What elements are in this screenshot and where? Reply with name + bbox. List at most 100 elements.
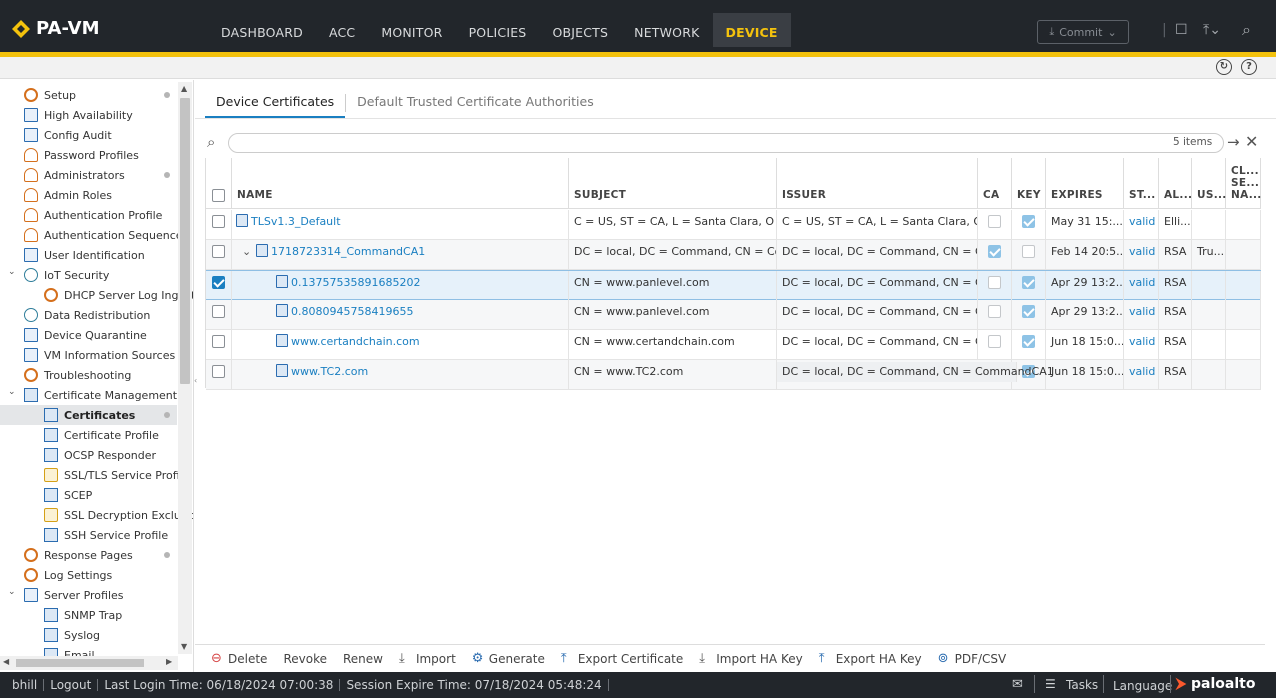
chevron-down-icon[interactable]: ⌄ — [8, 387, 16, 397]
sidebar-item-high-availability[interactable]: High Availability — [0, 105, 177, 125]
cell-name[interactable]: www.TC2.com — [232, 360, 569, 389]
sidebar-item-ssl-tls-service-profile[interactable]: SSL/TLS Service Profile — [0, 465, 189, 485]
scroll-up-icon[interactable]: ▲ — [181, 84, 187, 93]
config-lock-icon[interactable]: ☐ — [1175, 22, 1188, 38]
sidebar-item-password-profiles[interactable]: Password Profiles — [0, 145, 177, 165]
sidebar-item-log-settings[interactable]: Log Settings — [0, 565, 177, 585]
refresh-icon[interactable]: ↻ — [1216, 59, 1232, 75]
sidebar-item-administrators[interactable]: Administrators — [0, 165, 177, 185]
commit-button[interactable]: ⤓ Commit ⌄ — [1037, 20, 1129, 44]
nav-tab-device[interactable]: DEVICE — [712, 13, 791, 47]
action-export-certificate-button[interactable]: ⤒ Export Certificate — [561, 652, 683, 666]
action-delete-button[interactable]: ⊖ Delete — [211, 652, 267, 666]
certificate-name[interactable]: 0.13757535891685202 — [291, 276, 420, 289]
sidebar-item-ssh-service-profile[interactable]: SSH Service Profile — [0, 525, 177, 545]
filter-input[interactable] — [228, 133, 1224, 153]
clear-filter-icon[interactable]: ✕ — [1245, 132, 1258, 151]
column-header-subject[interactable]: SUBJECT — [569, 158, 777, 209]
sidebar-item-ocsp-responder[interactable]: OCSP Responder — [0, 445, 177, 465]
search-icon[interactable]: ⌕ — [1242, 20, 1251, 40]
row-checkbox[interactable] — [212, 305, 225, 318]
sidebar-horizontal-scrollbar[interactable]: ◀ ▶ — [0, 656, 178, 670]
language-link[interactable]: Language — [1113, 679, 1172, 693]
sidebar-item-config-audit[interactable]: Config Audit — [0, 125, 177, 145]
table-row[interactable]: www.TC2.com CN = www.TC2.com DC = local, D… — [206, 360, 1261, 390]
scroll-right-icon[interactable]: ▶ — [166, 657, 172, 666]
sidebar-item-server-profiles[interactable]: ⌄ Server Profiles — [0, 585, 177, 605]
column-header-cluster[interactable]: CL... SE... NA... — [1226, 158, 1261, 209]
tab-default-trusted-cas[interactable]: Default Trusted Certificate Authorities — [346, 88, 605, 118]
sidebar-item-authentication-profile[interactable]: Authentication Profile — [0, 205, 177, 225]
nav-tab-acc[interactable]: ACC — [316, 13, 368, 47]
certificate-name[interactable]: TLSv1.3_Default — [251, 215, 341, 228]
action-import-ha-key-button[interactable]: ⤓ Import HA Key — [699, 652, 802, 666]
action-pdf-csv-button[interactable]: ⊚ PDF/CSV — [938, 652, 1007, 666]
cell-name[interactable]: ⌄ 1718723314_CommandCA1 — [232, 240, 569, 269]
tab-device-certificates[interactable]: Device Certificates — [205, 88, 346, 118]
column-header-usage[interactable]: US... — [1192, 158, 1226, 209]
column-header-ca[interactable]: CA — [978, 158, 1012, 209]
logout-link[interactable]: Logout — [44, 679, 99, 691]
cell-name[interactable]: www.certandchain.com — [232, 330, 569, 359]
sidebar-item-iot-security[interactable]: ⌄ IoT Security — [0, 265, 177, 285]
action-import-button[interactable]: ⤓ Import — [399, 652, 456, 666]
column-header-status[interactable]: ST... — [1124, 158, 1159, 209]
table-row[interactable]: 0.13757535891685202 CN = www.panlevel.com… — [206, 270, 1261, 300]
sidebar-item-certificate-profile[interactable]: Certificate Profile — [0, 425, 177, 445]
nav-tab-network[interactable]: NETWORK — [621, 13, 712, 47]
nav-tab-dashboard[interactable]: DASHBOARD — [208, 13, 316, 47]
column-header-name[interactable]: NAME — [232, 158, 569, 209]
certificate-name[interactable]: 0.8080945758419655 — [291, 305, 413, 318]
sidebar-item-device-quarantine[interactable]: Device Quarantine — [0, 325, 177, 345]
row-checkbox[interactable] — [212, 335, 225, 348]
cell-name[interactable]: TLSv1.3_Default — [232, 210, 569, 239]
sidebar-vertical-scrollbar[interactable]: ▲ ▼ — [178, 82, 192, 654]
sidebar-item-data-redistribution[interactable]: Data Redistribution — [0, 305, 177, 325]
column-header-algorithm[interactable]: AL... — [1159, 158, 1192, 209]
column-header-expires[interactable]: EXPIRES — [1046, 158, 1124, 209]
sidebar-item-setup[interactable]: Setup — [0, 85, 177, 105]
sidebar-item-user-identification[interactable]: User Identification — [0, 245, 177, 265]
sidebar-item-certificate-management[interactable]: ⌄ Certificate Management — [0, 385, 177, 405]
column-header-key[interactable]: KEY — [1012, 158, 1046, 209]
action-generate-button[interactable]: ⚙ Generate — [472, 652, 545, 666]
nav-tab-objects[interactable]: OBJECTS — [539, 13, 621, 47]
table-row[interactable]: ⌄ 1718723314_CommandCA1 DC = local, DC = C… — [206, 240, 1261, 270]
row-checkbox[interactable] — [212, 245, 225, 258]
help-icon[interactable]: ? — [1241, 59, 1257, 75]
sidebar-item-vm-information-sources[interactable]: VM Information Sources — [0, 345, 177, 365]
sidebar-item-scep[interactable]: SCEP — [0, 485, 177, 505]
cell-name[interactable]: 0.8080945758419655 — [232, 300, 569, 329]
scroll-left-icon[interactable]: ◀ — [3, 657, 9, 666]
select-all-checkbox[interactable] — [212, 189, 225, 202]
certificate-name[interactable]: 1718723314_CommandCA1 — [271, 245, 425, 258]
scroll-thumb[interactable] — [180, 98, 190, 384]
nav-tab-monitor[interactable]: MONITOR — [368, 13, 455, 47]
row-checkbox[interactable] — [212, 365, 225, 378]
sidebar-item-admin-roles[interactable]: Admin Roles — [0, 185, 177, 205]
table-row[interactable]: 0.8080945758419655 CN = www.panlevel.com D… — [206, 300, 1261, 330]
sidebar-item-snmp-trap[interactable]: SNMP Trap — [0, 605, 177, 625]
mail-icon[interactable]: ✉ — [1012, 677, 1023, 692]
column-header-issuer[interactable]: ISSUER — [777, 158, 978, 209]
sidebar-item-syslog[interactable]: Syslog — [0, 625, 177, 645]
sidebar-item-response-pages[interactable]: Response Pages — [0, 545, 177, 565]
table-row[interactable]: www.certandchain.com CN = www.certandchai… — [206, 330, 1261, 360]
row-checkbox[interactable] — [212, 276, 225, 289]
tasks-link[interactable]: Tasks — [1066, 678, 1098, 692]
action-export-ha-key-button[interactable]: ⤒ Export HA Key — [819, 652, 922, 666]
chevron-down-icon[interactable]: ⌄ — [242, 240, 251, 264]
sidebar-item-certificates[interactable]: Certificates — [0, 405, 177, 425]
action-revoke-button[interactable]: Revoke — [283, 652, 327, 666]
action-renew-button[interactable]: Renew — [343, 652, 383, 666]
chevron-down-icon[interactable]: ⌄ — [8, 267, 16, 277]
sidebar-item-troubleshooting[interactable]: Troubleshooting — [0, 365, 177, 385]
apply-filter-arrow-icon[interactable]: → — [1227, 133, 1240, 151]
scroll-thumb-horizontal[interactable] — [16, 659, 144, 667]
nav-tab-policies[interactable]: POLICIES — [456, 13, 540, 47]
cell-name[interactable]: 0.13757535891685202 — [232, 271, 569, 300]
certificate-name[interactable]: www.certandchain.com — [291, 335, 420, 348]
certificate-name[interactable]: www.TC2.com — [291, 365, 368, 378]
sidebar-item-dhcp-server-log-ingestion[interactable]: DHCP Server Log Ingestion — [0, 285, 193, 305]
scroll-down-icon[interactable]: ▼ — [181, 642, 187, 651]
